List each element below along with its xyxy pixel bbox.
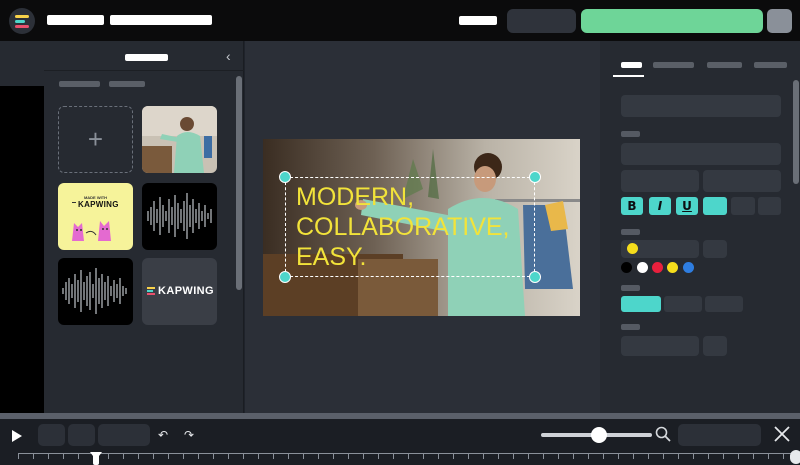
audio-waveform-tile[interactable]	[142, 183, 217, 250]
color-opacity-field[interactable]	[703, 240, 727, 258]
editor-app: ‹ + MADE WITH KAPWING KAPWING MODERN, CO…	[0, 0, 800, 465]
left-tool-strip	[0, 41, 44, 413]
bold-button[interactable]: B	[621, 197, 643, 215]
properties-tab-4[interactable]	[754, 62, 787, 68]
audio-waveform-tile[interactable]	[58, 258, 133, 325]
library-tab-1[interactable]	[59, 81, 100, 87]
video-thumbnail	[142, 106, 217, 173]
font-select[interactable]	[621, 143, 781, 165]
swatch-blue[interactable]	[683, 262, 694, 273]
align-button[interactable]	[731, 197, 755, 215]
property-field-small[interactable]	[703, 336, 727, 356]
swatch-black[interactable]	[621, 262, 632, 273]
swatch-white[interactable]	[637, 262, 648, 273]
font-size-field[interactable]	[621, 170, 699, 192]
timeline-end-handle[interactable]	[790, 450, 800, 464]
collapse-chevron-icon[interactable]: ‹	[226, 48, 231, 64]
signin-link-placeholder[interactable]	[459, 16, 497, 25]
close-icon[interactable]	[773, 425, 791, 443]
property-field[interactable]	[621, 95, 781, 117]
redo-icon[interactable]: ↷	[184, 428, 194, 442]
properties-tab-2[interactable]	[653, 62, 694, 68]
cat-illustration	[72, 221, 111, 241]
swatch-red[interactable]	[652, 262, 663, 273]
property-label	[621, 131, 640, 137]
effect-option[interactable]	[705, 296, 743, 312]
video-thumbnail-tile[interactable]	[142, 106, 217, 173]
library-scrollbar[interactable]	[236, 76, 242, 290]
project-subtitle-placeholder	[110, 15, 212, 25]
effect-option[interactable]	[664, 296, 702, 312]
effect-option-active[interactable]	[621, 296, 661, 312]
properties-tab-active[interactable]	[621, 62, 642, 68]
account-button[interactable]	[767, 9, 792, 33]
waveform-icon	[62, 268, 127, 314]
effect-label	[621, 285, 640, 291]
share-button[interactable]	[507, 9, 576, 33]
export-button[interactable]	[581, 9, 763, 33]
time-display[interactable]	[98, 424, 150, 446]
swatch-yellow[interactable]	[667, 262, 678, 273]
timeline-control[interactable]	[68, 424, 95, 446]
properties-scrollbar[interactable]	[793, 80, 799, 184]
align-button[interactable]	[758, 197, 781, 215]
resize-handle-top-right[interactable]	[529, 171, 541, 183]
underline-button[interactable]: U	[676, 197, 698, 215]
waveform-icon	[147, 193, 212, 239]
resize-handle-bottom-right[interactable]	[529, 271, 541, 283]
app-logo-icon[interactable]	[9, 8, 35, 34]
plus-icon: +	[87, 124, 104, 154]
italic-button[interactable]: I	[649, 197, 671, 215]
caption-text[interactable]: MODERN, COLLABORATIVE, EASY.	[296, 182, 510, 272]
search-icon[interactable]	[655, 426, 671, 442]
resize-handle-bottom-left[interactable]	[279, 271, 291, 283]
top-bar	[0, 0, 800, 41]
zoom-slider-handle[interactable]	[591, 427, 607, 443]
undo-icon[interactable]: ↶	[158, 428, 168, 442]
add-media-tile[interactable]: +	[58, 106, 133, 173]
timeline-ruler[interactable]	[18, 453, 800, 465]
kapwing-logo-tile[interactable]: KAPWING	[142, 258, 217, 325]
align-button-active[interactable]	[703, 197, 727, 215]
property-field[interactable]	[621, 336, 699, 356]
library-title-placeholder	[125, 54, 168, 61]
timeline-option[interactable]	[678, 424, 761, 446]
library-tab-2[interactable]	[109, 81, 145, 87]
play-icon[interactable]	[12, 430, 22, 442]
made-with-kapwing-tile[interactable]: MADE WITH KAPWING	[58, 183, 133, 250]
current-color-swatch[interactable]	[627, 243, 638, 254]
color-label	[621, 229, 640, 235]
font-weight-field[interactable]	[703, 170, 781, 192]
project-title-placeholder[interactable]	[47, 15, 104, 25]
properties-tab-3[interactable]	[707, 62, 742, 68]
property-label	[621, 324, 640, 330]
timeline-control[interactable]	[38, 424, 65, 446]
resize-handle-top-left[interactable]	[279, 171, 291, 183]
